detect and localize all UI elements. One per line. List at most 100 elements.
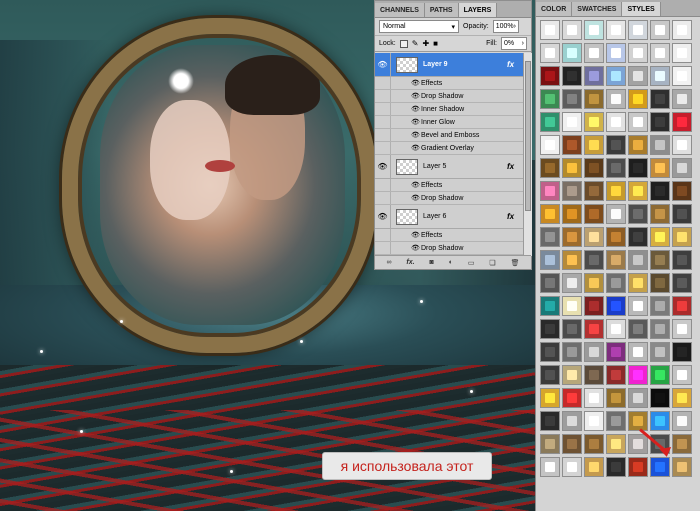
style-swatch[interactable] — [584, 43, 604, 63]
style-swatch[interactable] — [672, 135, 692, 155]
style-swatch[interactable] — [628, 135, 648, 155]
style-swatch[interactable] — [584, 365, 604, 385]
style-swatch[interactable] — [562, 457, 582, 477]
style-swatch[interactable] — [540, 181, 560, 201]
style-swatch[interactable] — [584, 227, 604, 247]
tab-paths[interactable]: PATHS — [424, 3, 459, 17]
effects-header-row[interactable]: 👁 Effects — [375, 77, 523, 90]
style-swatch[interactable] — [584, 319, 604, 339]
style-swatch[interactable] — [672, 365, 692, 385]
style-swatch[interactable] — [540, 43, 560, 63]
style-swatch[interactable] — [562, 112, 582, 132]
style-swatch[interactable] — [562, 181, 582, 201]
style-swatch[interactable] — [584, 66, 604, 86]
style-swatch[interactable] — [650, 89, 670, 109]
style-swatch[interactable] — [606, 158, 626, 178]
style-swatch[interactable] — [650, 20, 670, 40]
style-swatch[interactable] — [672, 89, 692, 109]
style-swatch[interactable] — [540, 411, 560, 431]
effects-header-row[interactable]: 👁 Effects — [375, 229, 523, 242]
style-swatch[interactable] — [628, 181, 648, 201]
style-swatch[interactable] — [540, 204, 560, 224]
style-swatch[interactable] — [650, 457, 670, 477]
style-swatch[interactable] — [540, 273, 560, 293]
style-swatch[interactable] — [672, 43, 692, 63]
visibility-eye-icon[interactable]: 👁 — [375, 205, 391, 228]
style-swatch[interactable] — [540, 296, 560, 316]
effect-row[interactable]: 👁 Bevel and Emboss — [375, 129, 523, 142]
style-swatch[interactable] — [672, 273, 692, 293]
style-swatch[interactable] — [672, 388, 692, 408]
lock-transparent-icon[interactable] — [399, 39, 408, 48]
style-swatch[interactable] — [584, 411, 604, 431]
style-swatch[interactable] — [650, 411, 670, 431]
style-swatch[interactable] — [584, 457, 604, 477]
opacity-field[interactable]: 100% › — [492, 20, 519, 33]
style-swatch[interactable] — [584, 250, 604, 270]
effect-eye-icon[interactable]: 👁 — [411, 131, 421, 139]
style-swatch[interactable] — [584, 158, 604, 178]
style-swatch[interactable] — [650, 181, 670, 201]
lock-all-icon[interactable]: ■ — [433, 39, 438, 48]
style-swatch[interactable] — [672, 296, 692, 316]
style-swatch[interactable] — [606, 227, 626, 247]
effect-row[interactable]: 👁 Drop Shadow — [375, 90, 523, 103]
style-swatch[interactable] — [606, 250, 626, 270]
style-swatch[interactable] — [606, 273, 626, 293]
style-swatch[interactable] — [584, 273, 604, 293]
effect-eye-icon[interactable]: 👁 — [411, 79, 421, 87]
tab-channels[interactable]: CHANNELS — [375, 3, 425, 17]
fx-icon[interactable]: fx — [507, 162, 523, 171]
style-swatch[interactable] — [606, 66, 626, 86]
layer-row[interactable]: 👁 Layer 6 fx — [375, 205, 523, 229]
style-swatch[interactable] — [584, 20, 604, 40]
effect-eye-icon[interactable]: 👁 — [411, 194, 421, 202]
tab-swatches[interactable]: SWATCHES — [572, 2, 623, 16]
style-swatch[interactable] — [650, 342, 670, 362]
style-swatch[interactable] — [562, 250, 582, 270]
style-swatch[interactable] — [650, 204, 670, 224]
style-swatch[interactable] — [628, 273, 648, 293]
fx-icon[interactable]: fx. — [406, 259, 414, 266]
style-swatch[interactable] — [672, 250, 692, 270]
style-swatch[interactable] — [540, 342, 560, 362]
style-swatch[interactable] — [672, 181, 692, 201]
style-swatch[interactable] — [562, 204, 582, 224]
style-swatch[interactable] — [606, 388, 626, 408]
style-swatch[interactable] — [650, 388, 670, 408]
style-swatch[interactable] — [628, 43, 648, 63]
style-swatch[interactable] — [606, 43, 626, 63]
style-swatch[interactable] — [562, 296, 582, 316]
style-swatch[interactable] — [540, 20, 560, 40]
lock-brush-icon[interactable]: ✎ — [412, 39, 419, 48]
style-swatch[interactable] — [540, 89, 560, 109]
folder-icon[interactable]: ▭ — [468, 259, 475, 267]
style-swatch[interactable] — [628, 20, 648, 40]
style-swatch[interactable] — [584, 296, 604, 316]
style-swatch[interactable] — [540, 365, 560, 385]
style-swatch[interactable] — [606, 411, 626, 431]
style-swatch[interactable] — [562, 89, 582, 109]
style-swatch[interactable] — [650, 250, 670, 270]
style-swatch[interactable] — [628, 388, 648, 408]
style-swatch[interactable] — [540, 112, 560, 132]
style-swatch[interactable] — [628, 342, 648, 362]
style-swatch[interactable] — [584, 112, 604, 132]
style-swatch[interactable] — [628, 158, 648, 178]
style-swatch[interactable] — [562, 411, 582, 431]
effect-eye-icon[interactable]: 👁 — [411, 244, 421, 252]
style-swatch[interactable] — [584, 181, 604, 201]
style-swatch[interactable] — [584, 204, 604, 224]
style-swatch[interactable] — [628, 296, 648, 316]
style-swatch[interactable] — [628, 227, 648, 247]
style-swatch[interactable] — [628, 250, 648, 270]
style-swatch[interactable] — [606, 365, 626, 385]
effect-eye-icon[interactable]: 👁 — [411, 144, 421, 152]
effect-row[interactable]: 👁 Gradient Overlay — [375, 142, 523, 155]
style-swatch[interactable] — [650, 365, 670, 385]
tab-color[interactable]: COLOR — [536, 2, 573, 16]
effect-row[interactable]: 👁 Inner Shadow — [375, 103, 523, 116]
visibility-eye-icon[interactable]: 👁 — [375, 155, 391, 178]
style-swatch[interactable] — [606, 434, 626, 454]
effect-row[interactable]: 👁 Drop Shadow — [375, 242, 523, 255]
